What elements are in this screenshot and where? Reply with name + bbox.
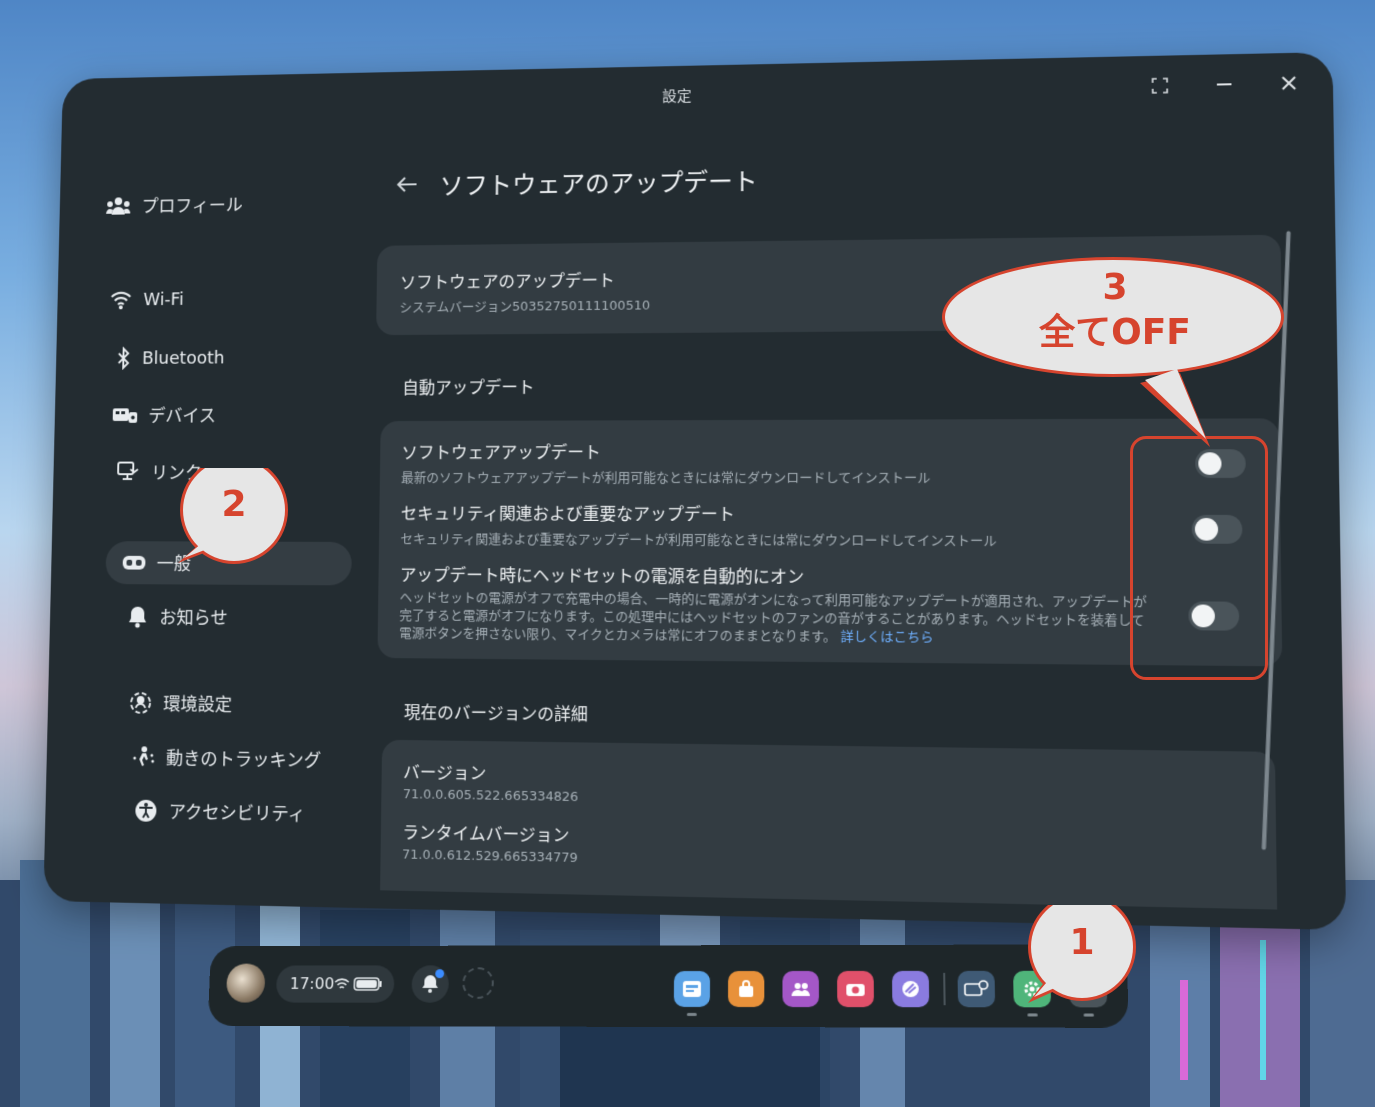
browser-icon — [682, 981, 702, 997]
tracking-icon — [133, 746, 155, 767]
headset-icon — [122, 555, 146, 570]
bell-icon — [129, 606, 147, 628]
sidebar-item-label: 動きのトラッキング — [165, 748, 322, 772]
expand-icon — [1151, 76, 1170, 94]
bluetooth-icon — [116, 347, 131, 370]
avatar[interactable] — [225, 963, 266, 1003]
auto-update-heading: 自動アップデート — [402, 378, 535, 399]
people-icon — [106, 197, 131, 215]
window-title: 設定 — [662, 87, 692, 106]
sidebar-item-label: プロフィール — [141, 195, 243, 218]
minimize-icon — [1215, 75, 1234, 93]
sidebar-item-bluetooth[interactable]: Bluetooth — [116, 338, 225, 377]
row-description: セキュリティ関連および重要なアップデートが利用可能なときには常にダウンロードして… — [400, 532, 997, 550]
page-header: ソフトウェアのアップデート — [395, 162, 758, 203]
device-app-button[interactable] — [957, 970, 996, 1008]
taskbar: 17:00 — [207, 944, 1129, 1028]
horizon-icon — [901, 980, 920, 998]
sidebar-item-devices[interactable]: デバイス — [112, 395, 216, 434]
people-app-button[interactable] — [782, 970, 819, 1008]
callout-3-number: 3 — [1102, 267, 1128, 308]
clock-text: 17:00 — [289, 974, 335, 993]
store-app-button[interactable] — [728, 971, 765, 1008]
row-description: ヘッドセットの電源がオフで充電中の場合、一時的に電源がオンになって利用可能なアッ… — [399, 590, 1176, 650]
page-title: ソフトウェアのアップデート — [439, 167, 758, 201]
sidebar-item-environment[interactable]: 環境設定 — [129, 683, 233, 724]
loading-indicator — [462, 967, 495, 999]
row-title: アップデート時にヘッドセットの電源を自動的にオン — [399, 565, 805, 588]
sidebar-item-label: お知らせ — [159, 607, 228, 629]
back-arrow-icon — [395, 174, 418, 194]
auto-power-on-row[interactable]: アップデート時にヘッドセットの電源を自動的にオン ヘッドセットの電源がオフで充電… — [399, 561, 1176, 650]
row-description: 最新のソフトウェアアップデートが利用可能なときには常にダウンロードしてインストー… — [401, 470, 931, 487]
sidebar-item-accessibility[interactable]: アクセシビリティ — [134, 791, 306, 834]
version-label: ランタイムバージョン — [402, 823, 570, 847]
sidebar-item-label: Bluetooth — [141, 347, 225, 369]
sidebar-item-label: 環境設定 — [163, 694, 233, 716]
horizon-app-button[interactable] — [891, 970, 930, 1008]
callout-3-text: 全てOFF — [1039, 312, 1191, 353]
sidebar-item-wifi[interactable]: Wi-Fi — [109, 280, 184, 319]
callout-1-number: 1 — [1069, 922, 1095, 963]
version-item: バージョン 71.0.0.605.522.665334826 — [403, 758, 579, 805]
notification-button[interactable] — [411, 965, 450, 1003]
card-title: ソフトウェアのアップデート — [399, 271, 615, 294]
store-icon — [739, 980, 754, 998]
browser-app-button[interactable] — [673, 971, 711, 1007]
fullscreen-button[interactable] — [1145, 71, 1174, 100]
notification-dot — [435, 969, 445, 979]
description-line: 電源ボタンを押さない限り、マイクとカメラは常にオフのままとなります。 — [399, 626, 837, 645]
callout-2-number: 2 — [221, 484, 247, 525]
wifi-icon — [334, 977, 350, 991]
people-app-icon — [791, 982, 810, 997]
sidebar-item-label: Wi-Fi — [143, 288, 184, 310]
version-value: 71.0.0.605.522.665334826 — [402, 787, 579, 806]
sidebar-item-label: デバイス — [148, 406, 217, 427]
toggles-highlight-box — [1130, 436, 1268, 680]
minimize-button[interactable] — [1209, 70, 1238, 99]
device-icon — [112, 408, 138, 423]
runtime-version-item: ランタイムバージョン 71.0.0.612.529.665334779 — [402, 818, 578, 866]
sidebar-item-label: アクセシビリティ — [168, 802, 306, 826]
version-value: 71.0.0.612.529.665334779 — [401, 847, 578, 867]
version-card: バージョン 71.0.0.605.522.665334826 ランタイムバージョ… — [380, 739, 1278, 910]
sidebar-item-profile[interactable]: プロフィール — [106, 185, 243, 225]
version-details-heading: 現在のバージョンの詳細 — [403, 703, 588, 726]
taskbar-divider — [943, 972, 946, 1006]
sidebar-item-tracking[interactable]: 動きのトラッキング — [131, 737, 321, 779]
system-version-text: システムバージョン50352750111100510 — [399, 298, 651, 316]
close-button[interactable] — [1274, 69, 1304, 98]
wifi-icon — [110, 290, 133, 309]
version-label: バージョン — [403, 763, 487, 785]
sidebar-item-notifications[interactable]: お知らせ — [127, 597, 228, 637]
accessibility-icon — [134, 799, 157, 822]
link-icon — [117, 462, 140, 483]
security-update-row[interactable]: セキュリティ関連および重要なアップデート セキュリティ関連および重要なアップデー… — [400, 500, 1175, 550]
environment-icon — [129, 691, 152, 715]
running-indicator — [686, 1012, 697, 1016]
camera-icon — [846, 983, 865, 997]
back-button[interactable] — [395, 171, 418, 199]
row-title: セキュリティ関連および重要なアップデート — [400, 504, 735, 526]
status-pill[interactable]: 17:00 — [275, 965, 395, 1003]
camera-app-button[interactable] — [837, 970, 874, 1008]
learn-more-link[interactable]: 詳しくはこちら — [840, 630, 933, 646]
close-icon — [1279, 74, 1298, 92]
battery-icon — [353, 977, 382, 991]
device-app-icon — [964, 980, 989, 998]
